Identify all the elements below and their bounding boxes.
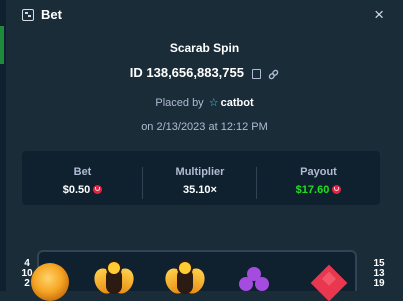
modal-header: Bet × xyxy=(6,0,403,30)
ruby-gem-icon xyxy=(332,185,342,194)
reel-right-numbers: 15 13 19 xyxy=(369,259,389,289)
game-name: Scarab Spin xyxy=(169,41,240,55)
left-edge-accent xyxy=(0,26,4,64)
modal-title: Bet xyxy=(41,7,62,22)
copy-icon[interactable] xyxy=(251,68,261,79)
stat-payout-value: $17.60 xyxy=(295,184,330,196)
stat-payout: Payout $17.60 xyxy=(257,151,380,205)
user-link[interactable]: catbot xyxy=(221,97,254,109)
stat-multiplier: Multiplier 35.10× xyxy=(143,151,257,205)
coin-icon xyxy=(31,263,69,301)
bet-date: on 2/13/2023 at 12:12 PM xyxy=(141,121,268,133)
stat-payout-value-row: $17.60 xyxy=(257,184,380,196)
stat-payout-label: Payout xyxy=(300,166,337,178)
stat-multiplier-value: 35.10× xyxy=(183,184,217,196)
placed-by-label: Placed by xyxy=(155,97,204,109)
bet-id: ID 138,656,883,755 xyxy=(129,65,244,80)
bet-modal: Bet × Scarab Spin ID 138,656,883,755 Pla… xyxy=(6,0,403,301)
stat-bet-value: $0.50 xyxy=(62,184,91,196)
stat-bet-label: Bet xyxy=(73,166,92,178)
club-icon xyxy=(239,267,269,297)
link-icon[interactable] xyxy=(268,68,279,80)
stat-bet: Bet $0.50 xyxy=(22,151,143,205)
close-icon[interactable]: × xyxy=(374,5,384,25)
reel-number: 19 xyxy=(373,278,385,289)
stat-bet-value-row: $0.50 xyxy=(22,184,143,196)
ruby-gem-icon xyxy=(93,185,103,194)
stat-multiplier-label: Multiplier xyxy=(175,166,225,178)
bet-icon xyxy=(22,9,34,21)
bet-stats-panel: Bet $0.50 Multiplier 35.10× Payout $17.6… xyxy=(22,151,380,205)
bet-id-row: ID 138,656,883,755 xyxy=(6,65,403,80)
placed-by-row: Placed by ☆ catbot xyxy=(6,96,403,109)
star-icon: ☆ xyxy=(208,97,219,109)
